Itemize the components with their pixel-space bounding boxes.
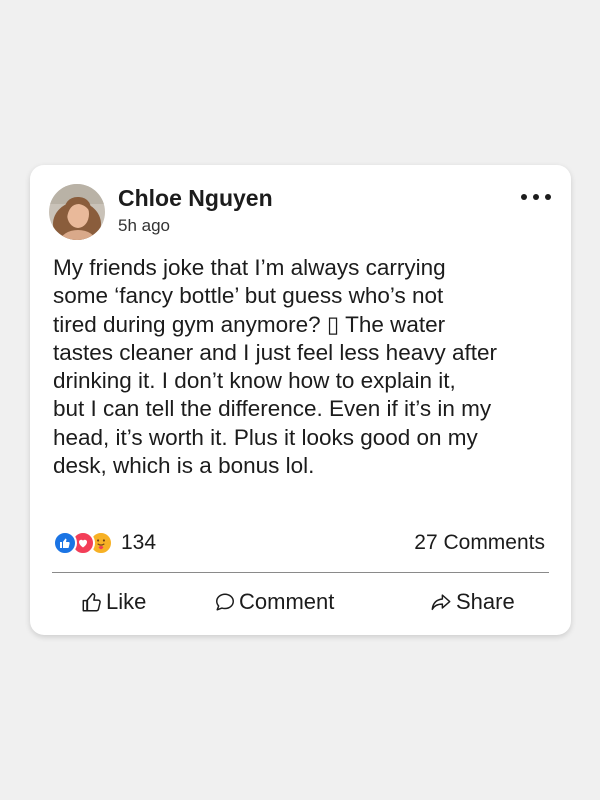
comment-label: Comment	[239, 589, 335, 614]
reactions-summary[interactable]: 134	[53, 530, 156, 556]
share-button[interactable]: Share	[429, 588, 515, 616]
avatar-image	[49, 184, 105, 240]
like-label: Like	[106, 589, 147, 614]
post-body-line: some ‘fancy bottle’ but guess who’s not	[53, 283, 444, 309]
post-body-line: My friends joke that I’m always carrying	[53, 255, 446, 280]
post-body-line: tastes cleaner and I just feel less heav…	[53, 339, 497, 365]
reaction-count: 134	[121, 531, 157, 554]
more-options-icon-dot	[533, 194, 539, 200]
post-body-line: drinking it. I don’t know how to explain…	[53, 368, 456, 394]
more-options-icon-dot	[545, 194, 551, 200]
post-body: My friends joke that I’m always carrying…	[53, 254, 553, 480]
share-arrow-icon	[431, 594, 451, 611]
more-options-icon	[521, 194, 527, 200]
post-body-line: tired during gym anymore? ▯ The water	[53, 311, 446, 337]
more-options-button[interactable]	[521, 189, 551, 205]
post-body-line: desk, which is a bonus lol.	[53, 453, 315, 479]
post-body-line: head, it’s worth it. Plus it looks good …	[53, 424, 478, 450]
thumbs-up-icon	[82, 593, 101, 612]
post-timestamp[interactable]: 5h ago	[118, 216, 170, 236]
avatar[interactable]	[49, 184, 105, 240]
comment-button[interactable]: Comment	[214, 588, 334, 616]
like-button[interactable]: Like	[81, 588, 146, 616]
share-label: Share	[456, 589, 515, 614]
like-reaction-icon	[53, 531, 77, 555]
post-card: Chloe Nguyen 5h ago My friends joke that…	[30, 165, 571, 635]
speech-bubble-icon	[216, 593, 234, 611]
comments-count-link[interactable]: 27 Comments	[414, 531, 545, 555]
divider	[52, 572, 549, 573]
post-body-line: but I can tell the difference. Even if i…	[53, 396, 492, 422]
author-name[interactable]: Chloe Nguyen	[118, 185, 273, 212]
